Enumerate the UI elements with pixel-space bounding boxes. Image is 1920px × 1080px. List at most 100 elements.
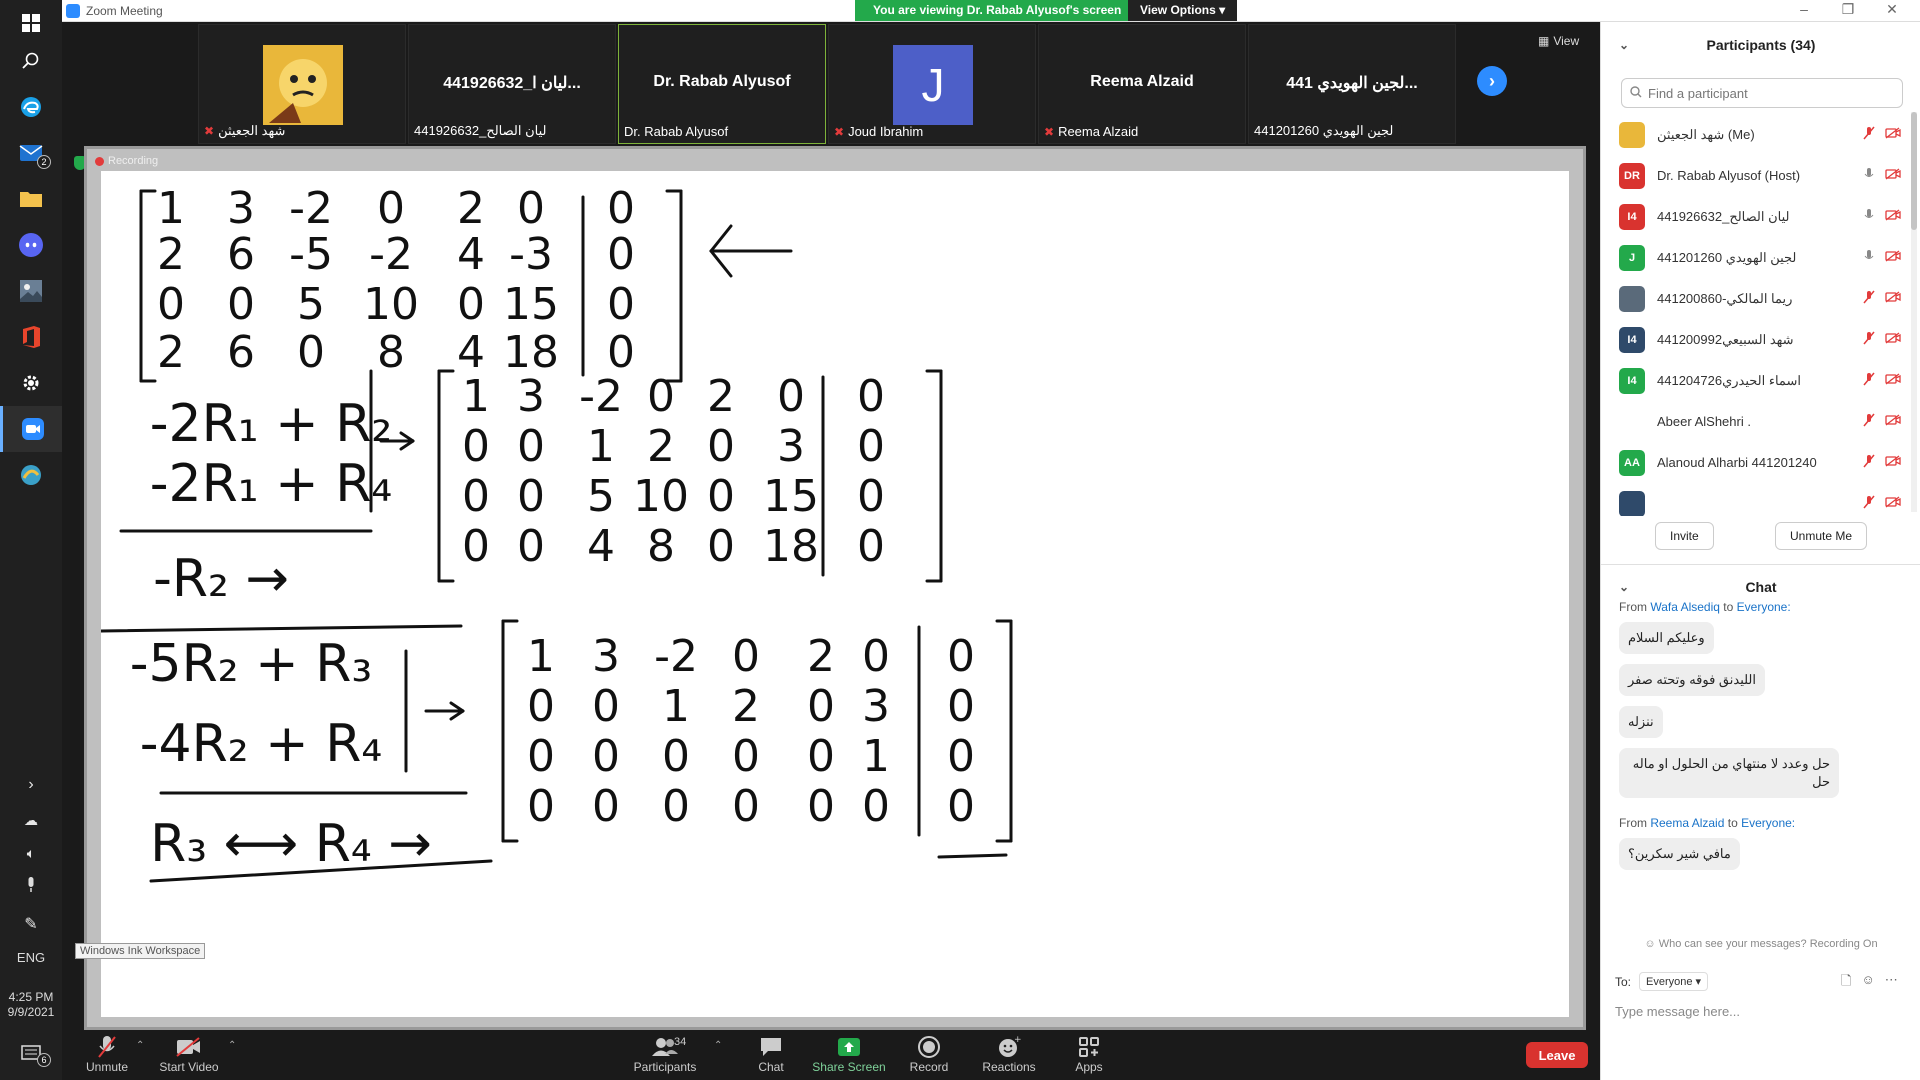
notification-center[interactable]: 6 — [0, 1034, 62, 1074]
participant-row[interactable]: AA Alanoud Alharbi 441201240 — [1601, 442, 1911, 483]
mic-muted-icon[interactable] — [1863, 495, 1875, 512]
mic-muted-icon[interactable] — [1863, 413, 1875, 430]
participant-row[interactable]: شهد الجعيثن (Me) — [1601, 114, 1911, 155]
participants-icon: 34 — [620, 1034, 710, 1060]
video-off-icon[interactable] — [1885, 127, 1901, 142]
next-page-button[interactable]: › — [1477, 66, 1507, 96]
mic-muted-icon[interactable] — [1863, 454, 1875, 471]
recipient-select[interactable]: Everyone ▾ — [1639, 972, 1709, 991]
video-options-caret-icon[interactable]: ⌃ — [228, 1040, 236, 1051]
participant-name: Dr. Rabab Alyusof — [624, 124, 729, 139]
mic-muted-icon[interactable] — [1863, 290, 1875, 307]
record-button[interactable]: Record — [884, 1034, 974, 1074]
mic-muted-icon[interactable] — [1863, 331, 1875, 348]
mic-tray[interactable] — [0, 870, 62, 900]
taskbar-app[interactable] — [0, 452, 62, 498]
file-icon[interactable]: 🗋︎ — [1841, 972, 1851, 994]
video-thumbnail[interactable]: لجين الهويدي 441... 441201260 لجين الهوي… — [1248, 24, 1456, 144]
share-screen-button[interactable]: Share Screen — [804, 1034, 894, 1074]
video-off-icon[interactable] — [1885, 209, 1901, 224]
restore-button[interactable]: ❐ — [1826, 1, 1870, 21]
video-off-icon[interactable] — [1885, 455, 1901, 470]
chat-visibility-note[interactable]: ☺ Who can see your messages? Recording O… — [1601, 938, 1920, 950]
pen-tray[interactable]: ✎ — [0, 907, 62, 941]
participants-title: Participants (34) — [1706, 37, 1816, 53]
participants-caret-icon[interactable]: ⌃ — [714, 1040, 722, 1051]
mic-icon[interactable] — [1863, 249, 1875, 266]
video-off-icon[interactable] — [1885, 168, 1901, 183]
clock[interactable]: 4:25 PM 9/9/2021 — [0, 990, 62, 1020]
participants-button[interactable]: 34 Participants — [620, 1034, 710, 1074]
mic-icon[interactable] — [1863, 208, 1875, 225]
matrix-entry: 15 — [763, 471, 819, 522]
chat-message[interactable]: حل وعدد لا منتهاي من الحلول او ماله حل — [1619, 748, 1839, 798]
unmute-me-button[interactable]: Unmute Me — [1775, 522, 1868, 550]
participant-list-scrollbar[interactable] — [1911, 112, 1917, 512]
participant-row[interactable]: I4 441200992شهد السبيعي — [1601, 319, 1911, 360]
video-thumbnail-active-speaker[interactable]: Dr. Rabab Alyusof Dr. Rabab Alyusof — [618, 24, 826, 144]
chat-sender-line: From Wafa Alsediq to Everyone: — [1619, 600, 1791, 614]
taskbar-edge[interactable] — [0, 84, 62, 130]
participant-row[interactable]: DR Dr. Rabab Alyusof (Host) — [1601, 155, 1911, 196]
taskbar-photos[interactable] — [0, 268, 62, 314]
taskbar-zoom[interactable] — [0, 406, 62, 452]
chat-message[interactable]: مافي شير سكرين؟ — [1619, 838, 1740, 870]
chat-message-input[interactable] — [1615, 1000, 1905, 1022]
chat-button[interactable]: Chat — [726, 1034, 816, 1074]
show-hidden-icons[interactable]: › — [0, 770, 62, 800]
apps-button[interactable]: Apps — [1044, 1034, 1134, 1074]
video-off-icon[interactable] — [1885, 250, 1901, 265]
participant-row[interactable]: J 441201260 لجين الهويدي — [1601, 237, 1911, 278]
participant-row[interactable]: 441200860-ريما المالكي — [1601, 278, 1911, 319]
chat-message[interactable]: الليدنق فوقه وتحته صفر — [1619, 664, 1766, 696]
more-icon[interactable]: ⋯ — [1885, 972, 1898, 994]
participant-row[interactable]: Abeer AlShehri . — [1601, 401, 1911, 442]
taskbar-explorer[interactable] — [0, 176, 62, 222]
close-button[interactable]: ✕ — [1870, 1, 1914, 21]
video-off-icon[interactable] — [1885, 414, 1901, 429]
taskbar-office[interactable] — [0, 314, 62, 360]
mic-icon[interactable] — [1863, 167, 1875, 184]
participant-row[interactable]: I4 441204726اسماء الحيدري — [1601, 360, 1911, 401]
collapse-chevron-icon[interactable]: ⌄ — [1619, 38, 1629, 52]
chat-message[interactable]: ننزله — [1619, 706, 1663, 738]
sender-name[interactable]: Reema Alzaid — [1650, 816, 1724, 830]
emoji-icon[interactable]: ☺ — [1861, 972, 1874, 994]
find-participant-search[interactable]: Find a participant — [1621, 78, 1903, 108]
chat-message[interactable]: وعليكم السلام — [1619, 622, 1714, 654]
recipient-name[interactable]: Everyone: — [1741, 816, 1795, 830]
participant-row[interactable] — [1601, 483, 1911, 516]
view-options-button[interactable]: View Options ▾ — [1128, 0, 1238, 21]
video-off-icon[interactable] — [1885, 496, 1901, 511]
mic-muted-icon[interactable] — [1863, 126, 1875, 143]
matrix-entry: 0 — [527, 781, 555, 832]
video-thumbnail[interactable]: Reema Alzaid ✖ Reema Alzaid — [1038, 24, 1246, 144]
participant-row[interactable]: I4 441926632_ليان الصالح — [1601, 196, 1911, 237]
view-button[interactable]: ▦ View — [1538, 34, 1579, 48]
share-screen-icon — [804, 1034, 894, 1060]
volume-tray[interactable]: 🔈︎ — [0, 838, 62, 868]
video-thumbnail[interactable]: ✖ شهد الجعيثن — [198, 24, 406, 144]
onedrive-tray[interactable]: ☁ — [0, 805, 62, 835]
viewing-screen-banner: You are viewing Dr. Rabab Alyusof's scre… — [855, 0, 1140, 21]
reactions-button[interactable]: + Reactions — [964, 1034, 1054, 1074]
input-language[interactable]: ENG — [0, 950, 62, 965]
taskbar-discord[interactable] — [0, 222, 62, 268]
taskbar-search[interactable] — [0, 38, 62, 84]
taskbar-mail[interactable]: 2 — [0, 130, 62, 176]
start-video-button[interactable]: Start Video — [144, 1034, 234, 1074]
video-thumbnail[interactable]: 441926632_ليان ا... 441926632_ليان الصال… — [408, 24, 616, 144]
invite-button[interactable]: Invite — [1655, 522, 1714, 550]
sender-name[interactable]: Wafa Alsediq — [1650, 600, 1720, 614]
video-off-icon[interactable] — [1885, 332, 1901, 347]
recipient-name[interactable]: Everyone: — [1737, 600, 1791, 614]
video-off-icon[interactable] — [1885, 373, 1901, 388]
taskbar-settings[interactable] — [0, 360, 62, 406]
leave-button[interactable]: Leave — [1526, 1042, 1588, 1068]
minimize-button[interactable]: – — [1782, 1, 1826, 21]
video-off-icon[interactable] — [1885, 291, 1901, 306]
scroll-thumb[interactable] — [1911, 112, 1917, 230]
mic-muted-icon[interactable] — [1863, 372, 1875, 389]
video-thumbnail[interactable]: J ✖ Joud Ibrahim — [828, 24, 1036, 144]
collapse-chevron-icon[interactable]: ⌄ — [1619, 580, 1629, 594]
